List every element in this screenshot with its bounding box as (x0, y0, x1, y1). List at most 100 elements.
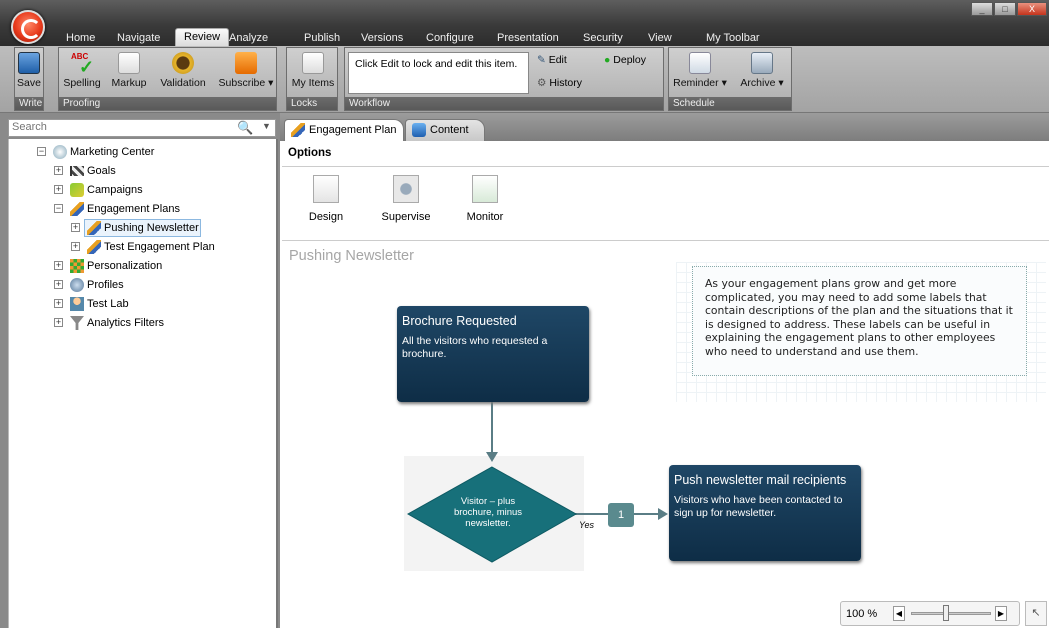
save-icon (18, 52, 40, 74)
search-icon[interactable]: 🔍 (237, 120, 253, 136)
zoom-in-button[interactable]: ▶ (995, 606, 1007, 621)
tree-item-engagement-plans[interactable]: − Engagement Plans (54, 201, 234, 217)
menu-view[interactable]: View (648, 31, 672, 46)
save-label: Save (17, 77, 41, 89)
tree-label: Personalization (87, 260, 163, 272)
tab-content[interactable]: Content (405, 119, 485, 141)
validation-bug-icon (172, 52, 194, 74)
group-proofing: ABC ✓ Spelling Markup Validation Subscrib… (58, 47, 277, 111)
my-items-button[interactable]: My Items (289, 50, 337, 89)
reminder-icon (689, 52, 711, 74)
menu-security[interactable]: Security (583, 31, 623, 46)
tree-item-goals[interactable]: + Goals (54, 163, 214, 179)
menu-analyze[interactable]: Analyze (229, 31, 268, 46)
tree-label: Pushing Newsletter (104, 222, 199, 234)
spelling-icon: ABC ✓ (71, 52, 95, 77)
tree-item-pushing-newsletter[interactable]: + Pushing Newsletter (71, 219, 211, 237)
spelling-label: Spelling (63, 77, 101, 89)
state-title: Brochure Requested (402, 314, 517, 328)
supervise-label: Supervise (381, 211, 431, 223)
tree-item-test-engagement-plan[interactable]: + Test Engagement Plan (71, 239, 231, 255)
menu-home[interactable]: Home (66, 31, 95, 46)
app-orb-icon[interactable] (11, 10, 45, 44)
filter-icon (70, 316, 84, 330)
pointer-tool-icon[interactable]: ↖ (1025, 601, 1047, 626)
editor-tab-bar: Engagement Plan Content (280, 113, 1049, 141)
state-title: Push newsletter mail recipients (674, 473, 847, 487)
archive-button[interactable]: Archive ▾ (735, 50, 789, 89)
my-items-label: My Items (291, 77, 335, 89)
step-badge[interactable]: 1 (608, 503, 634, 527)
expand-icon[interactable]: + (54, 185, 63, 194)
history-label: History (549, 77, 583, 89)
tree-item-analytics-filters[interactable]: + Analytics Filters (54, 315, 214, 331)
expand-icon[interactable]: + (71, 242, 80, 251)
zoom-slider-thumb[interactable] (943, 605, 949, 621)
tree-label: Test Lab (87, 298, 129, 310)
tab-engagement-plan[interactable]: Engagement Plan (284, 119, 404, 141)
tree-item-personalization[interactable]: + Personalization (54, 258, 214, 274)
search-input[interactable] (12, 121, 237, 133)
minimize-button[interactable]: _ (971, 2, 993, 16)
maximize-button[interactable]: □ (994, 2, 1016, 16)
menu-my-toolbar[interactable]: My Toolbar (706, 31, 760, 46)
zoom-out-button[interactable]: ◀ (893, 606, 905, 621)
group-label-proofing: Proofing (59, 97, 276, 110)
tree-item-test-lab[interactable]: + Test Lab (54, 296, 214, 312)
arrow-head (658, 508, 668, 520)
tree-label: Engagement Plans (87, 203, 180, 215)
edit-label: Edit (548, 54, 567, 66)
workflow-message: Click Edit to lock and edit this item. (348, 52, 529, 94)
engagement-plan-icon (291, 123, 305, 137)
group-schedule: Reminder ▾ Archive ▾ Schedule (668, 47, 792, 111)
deploy-button[interactable]: ● Deploy (604, 54, 646, 66)
chevron-down-icon: ▾ (718, 77, 727, 89)
design-label: Design (308, 211, 344, 223)
group-label-schedule: Schedule (669, 97, 791, 110)
save-button[interactable]: Save (15, 50, 43, 89)
expand-icon[interactable]: + (54, 166, 63, 175)
expand-icon[interactable]: + (54, 261, 63, 270)
state-brochure-requested[interactable]: Brochure Requested All the visitors who … (397, 306, 589, 402)
group-write: Save Write (14, 47, 44, 111)
collapse-icon[interactable]: − (54, 204, 63, 213)
reminder-button[interactable]: Reminder ▾ (671, 50, 729, 89)
menu-configure[interactable]: Configure (426, 31, 474, 46)
zoom-slider-track[interactable] (911, 612, 991, 615)
tree-item-profiles[interactable]: + Profiles (54, 277, 214, 293)
tree-item-marketing-center[interactable]: − Marketing Center (37, 144, 237, 160)
tree-label: Marketing Center (70, 146, 155, 158)
validation-label: Validation (160, 77, 206, 89)
tree-item-campaigns[interactable]: + Campaigns (54, 182, 214, 198)
expand-icon[interactable]: + (54, 299, 63, 308)
options-toolbar: Design Supervise Monitor (282, 167, 1049, 241)
collapse-icon[interactable]: − (37, 147, 46, 156)
tab-label: Engagement Plan (309, 124, 397, 136)
expand-icon[interactable]: + (54, 280, 63, 289)
validation-button[interactable]: Validation (157, 50, 209, 89)
edit-button[interactable]: ✎ Edit (537, 54, 567, 66)
condition-text: Visitor – plus brochure, minus newslette… (453, 496, 523, 529)
menu-presentation[interactable]: Presentation (497, 31, 559, 46)
tree-label: Profiles (87, 279, 124, 291)
subscribe-button[interactable]: Subscribe ▾ (216, 50, 276, 89)
state-push-newsletter[interactable]: Push newsletter mail recipients Visitors… (669, 465, 861, 561)
search-box[interactable]: 🔍 ▼ (8, 119, 276, 137)
expand-icon[interactable]: + (71, 223, 80, 232)
expand-icon[interactable]: + (54, 318, 63, 327)
tree-label: Test Engagement Plan (104, 241, 215, 253)
close-button[interactable]: X (1017, 2, 1047, 16)
history-button[interactable]: ⚙ History (537, 77, 582, 89)
menu-navigate[interactable]: Navigate (117, 31, 160, 46)
chevron-down-icon[interactable]: ▼ (262, 121, 271, 131)
design-button[interactable]: Design (304, 175, 348, 223)
monitor-button[interactable]: Monitor (462, 175, 508, 223)
goals-flag-icon (70, 166, 84, 176)
markup-button[interactable]: Markup (109, 50, 149, 89)
menu-review[interactable]: Review (175, 28, 230, 46)
supervise-button[interactable]: Supervise (378, 175, 434, 223)
menu-versions[interactable]: Versions (361, 31, 403, 46)
profiles-icon (70, 278, 84, 292)
spelling-button[interactable]: ABC ✓ Spelling (62, 50, 102, 89)
menu-publish[interactable]: Publish (304, 31, 340, 46)
